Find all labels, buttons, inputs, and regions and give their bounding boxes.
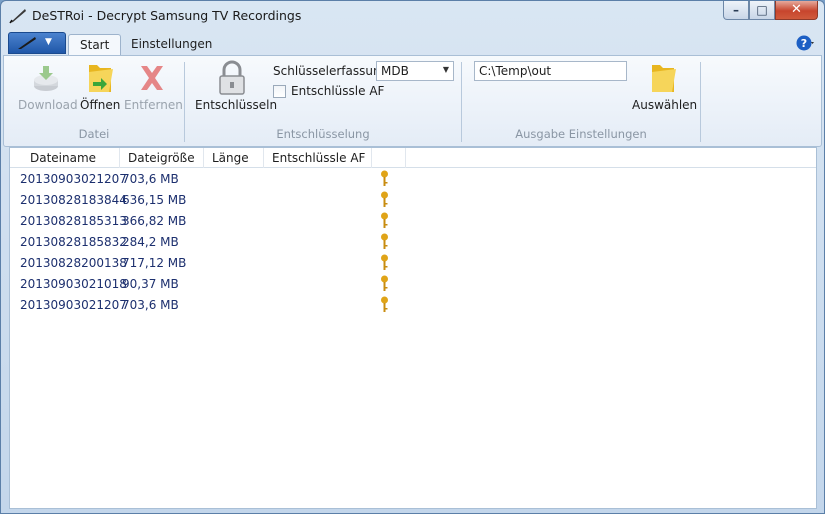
key-icon [381,296,388,312]
maximize-icon: □ [756,3,768,17]
column-header-entschluessle-af[interactable]: Entschlüssle AF [264,148,372,168]
folder-icon [652,65,676,92]
remove-x-icon [141,66,163,90]
decrypt-button[interactable]: Entschlüsseln [195,60,277,112]
list-header: Dateiname Dateigröße Länge Entschlüssle … [10,148,816,168]
group-ausgabe: C:\Temp\out Auswählen Ausgabe Einstellun… [462,56,700,146]
group-label-entschluesselung: Entschlüsselung [276,127,370,141]
table-row[interactable]: 20130903021207 703,6 MB [10,169,816,190]
key-icon [381,254,388,270]
window-title: DeSTRoi - Decrypt Samsung TV Recordings [32,8,302,23]
ribbon-tab-bar: ▼ Start Einstellungen ? [1,31,824,55]
cell-filename: 20130828200138 [20,256,127,270]
cell-size: 284,2 MB [122,235,179,249]
key-icon [381,212,388,228]
cell-filename: 20130903021207 [20,298,127,312]
key-capture-select[interactable]: MDB ▼ [376,61,454,81]
decrypt-af-label: Entschlüssle AF [291,84,385,98]
output-path-input[interactable]: C:\Temp\out [474,61,627,81]
download-icon [34,66,58,91]
cell-size: 703,6 MB [122,172,179,186]
choose-folder-button[interactable]: Auswählen [632,60,697,112]
cell-filename: 20130828183844 [20,193,127,207]
download-button[interactable]: Download [18,60,78,112]
minimize-button[interactable]: – [723,1,749,20]
column-header-dateiname[interactable]: Dateiname [22,148,120,168]
cell-filename: 20130903021207 [20,172,127,186]
quill-icon [18,37,36,49]
table-row[interactable]: 20130828185313 366,82 MB [10,211,816,232]
table-row[interactable]: 20130828200138 717,12 MB [10,253,816,274]
cell-size: 703,6 MB [122,298,179,312]
minimize-icon: – [733,3,739,17]
padlock-icon [219,60,245,95]
group-label-datei: Datei [78,127,110,141]
cell-filename: 20130828185832 [20,235,127,249]
close-button[interactable]: ✕ [775,1,818,20]
application-menu-button[interactable]: ▼ [8,32,66,54]
key-icon [381,191,388,207]
chevron-down-icon: ▼ [442,65,449,74]
ribbon-panel: Download Öffnen Entfernen Datei Entschlü… [3,55,822,147]
table-row[interactable]: 20130828183844 636,15 MB [10,190,816,211]
chevron-down-icon: ▼ [45,37,52,47]
app-window: DeSTRoi - Decrypt Samsung TV Recordings … [0,0,825,514]
key-icon [381,170,388,186]
help-icon[interactable]: ? [796,34,814,52]
column-header-key[interactable] [372,148,406,168]
cell-size: 90,37 MB [122,277,179,291]
open-folder-icon [89,65,113,92]
cell-size: 636,15 MB [122,193,187,207]
cell-filename: 20130828185313 [20,214,127,228]
cell-filename: 20130903021018 [20,277,127,291]
tab-einstellungen[interactable]: Einstellungen [120,34,223,55]
cell-size: 717,12 MB [122,256,187,270]
group-divider [700,62,701,142]
table-row[interactable]: 20130903021207 703,6 MB [10,295,816,316]
remove-button[interactable]: Entfernen [124,60,183,112]
group-label-ausgabe: Ausgabe Einstellungen [515,127,647,141]
svg-text:?: ? [801,37,807,50]
group-datei: Download Öffnen Entfernen Datei [4,56,184,146]
key-icon [381,275,388,291]
quill-icon [9,9,26,24]
column-header-laenge[interactable]: Länge [204,148,264,168]
close-icon: ✕ [791,2,802,17]
open-button[interactable]: Öffnen [80,60,120,112]
recordings-list[interactable]: Dateiname Dateigröße Länge Entschlüssle … [9,147,817,509]
title-bar[interactable]: DeSTRoi - Decrypt Samsung TV Recordings … [1,1,824,31]
group-entschluesselung: Entschlüsseln Schlüsselerfassung MDB ▼ E… [185,56,461,146]
column-header-dateigroesse[interactable]: Dateigröße [120,148,204,168]
key-capture-label: Schlüsselerfassung [273,64,389,78]
maximize-button[interactable]: □ [749,1,775,20]
key-icon [381,233,388,249]
cell-size: 366,82 MB [122,214,187,228]
window-controls: – □ ✕ [723,1,818,20]
tab-start[interactable]: Start [68,34,122,55]
table-row[interactable]: 20130903021018 90,37 MB [10,274,816,295]
table-row[interactable]: 20130828185832 284,2 MB [10,232,816,253]
decrypt-af-checkbox[interactable] [273,85,286,98]
